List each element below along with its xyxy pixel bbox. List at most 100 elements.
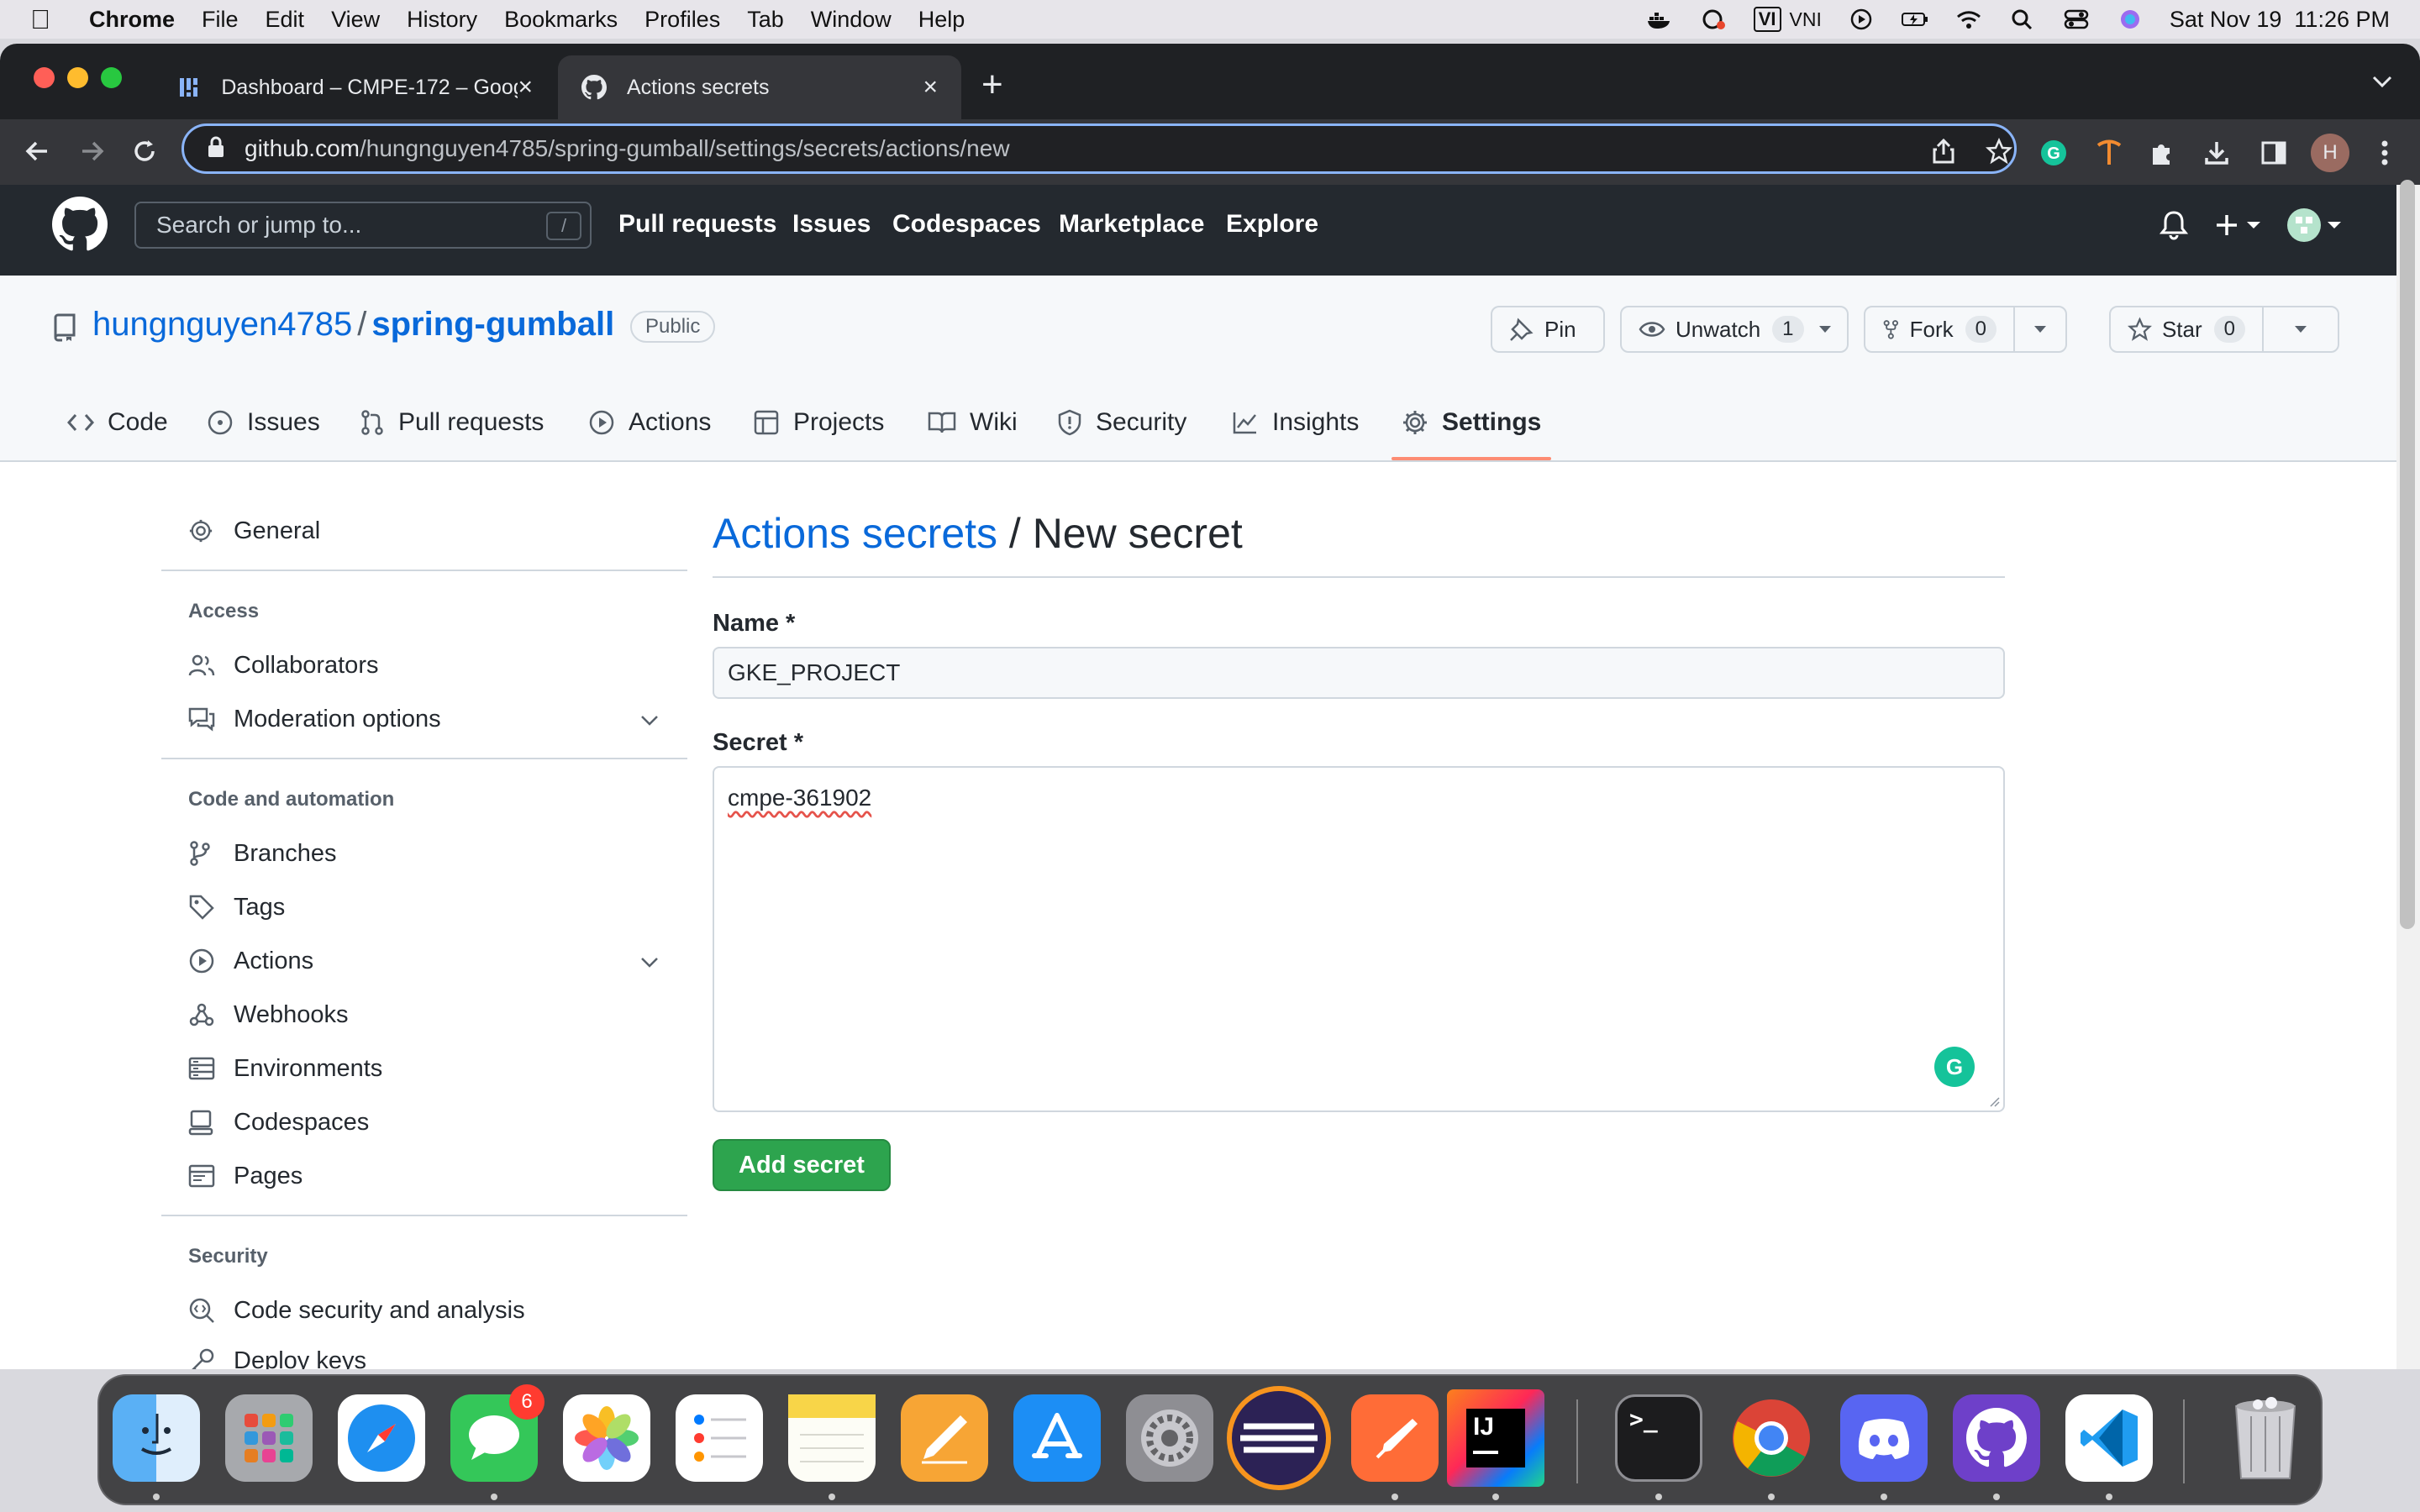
notifications-bell-icon[interactable] <box>2159 210 2189 244</box>
user-avatar-menu[interactable] <box>2286 207 2343 248</box>
bookmark-star-icon[interactable] <box>1984 136 2014 166</box>
grammarly-icon[interactable]: G <box>1934 1047 1975 1087</box>
tab-close-icon[interactable]: × <box>923 73 938 102</box>
tab-pull-requests[interactable]: Pull requests <box>360 393 544 452</box>
new-tab-icon[interactable]: + <box>981 64 1003 106</box>
dock-system-preferences[interactable] <box>1126 1394 1213 1482</box>
back-icon[interactable] <box>20 134 54 168</box>
profile-avatar[interactable]: H <box>2311 134 2349 172</box>
github-search-input[interactable]: Search or jump to... / <box>134 202 592 249</box>
chevron-down-icon[interactable] <box>640 706 659 733</box>
dock-launchpad[interactable] <box>225 1394 313 1482</box>
sidebar-item-deploy-keys[interactable]: Deploy keys <box>161 1339 687 1369</box>
dock-app-store[interactable] <box>1013 1394 1101 1482</box>
sidebar-item-collaborators[interactable]: Collaborators <box>161 640 687 690</box>
apple-menu-icon[interactable]:  <box>30 4 72 35</box>
url-text[interactable]: github.com/hungnguyen4785/spring-gumball… <box>245 135 1010 162</box>
dock-pages[interactable] <box>901 1394 988 1482</box>
dock-intellij-idea[interactable]: IJ <box>1447 1389 1544 1487</box>
sidebar-item-moderation-options[interactable]: Moderation options <box>161 694 687 744</box>
page-scrollbar-thumb[interactable] <box>2400 180 2415 929</box>
tab-issues[interactable]: Issues <box>207 393 320 452</box>
tab-actions[interactable]: Actions <box>588 393 711 452</box>
nav-explore[interactable]: Explore <box>1226 210 1318 239</box>
repo-name-link[interactable]: spring-gumball <box>371 306 614 343</box>
breadcrumb-actions-secrets[interactable]: Actions secrets <box>713 510 997 557</box>
sidebar-item-branches[interactable]: Branches <box>161 828 687 879</box>
nav-issues[interactable]: Issues <box>792 210 871 239</box>
tab-close-icon[interactable]: × <box>518 73 533 102</box>
tab-code[interactable]: Code <box>67 393 168 452</box>
create-new-plus-icon[interactable] <box>2215 210 2265 244</box>
dock-reminders[interactable] <box>676 1394 763 1482</box>
resize-handle-icon[interactable] <box>1988 1095 2000 1107</box>
sidebar-item-environments[interactable]: Environments <box>161 1043 687 1094</box>
chevron-down-icon[interactable] <box>640 948 659 975</box>
share-icon[interactable] <box>1928 136 1959 166</box>
dock-trash[interactable] <box>2222 1394 2309 1482</box>
dock-vscode[interactable] <box>2065 1394 2153 1482</box>
menu-tab[interactable]: Tab <box>747 7 784 33</box>
dock-eclipse[interactable] <box>1227 1386 1331 1490</box>
nav-pull-requests[interactable]: Pull requests <box>618 210 776 239</box>
sidebar-item-general[interactable]: General <box>161 506 687 556</box>
menu-view[interactable]: View <box>331 7 380 33</box>
tab-projects[interactable]: Projects <box>753 393 884 452</box>
secret-name-input[interactable] <box>713 647 2005 699</box>
tab-security[interactable]: Security <box>1057 393 1186 452</box>
play-circle-icon[interactable] <box>1847 8 1876 30</box>
menu-edit[interactable]: Edit <box>266 7 305 33</box>
window-zoom-button[interactable] <box>101 67 122 88</box>
dock-safari[interactable] <box>338 1394 425 1482</box>
tab-settings[interactable]: Settings <box>1402 393 1541 452</box>
input-method-badge[interactable]: VI <box>1753 7 1781 32</box>
sidebar-item-code-security[interactable]: Code security and analysis <box>161 1285 687 1336</box>
star-button[interactable]: Star 0 <box>2109 306 2264 353</box>
dock-notes[interactable] <box>788 1394 876 1482</box>
sidebar-item-tags[interactable]: Tags <box>161 882 687 932</box>
pin-button[interactable]: Pin <box>1491 306 1605 353</box>
dock-postman[interactable] <box>1351 1394 1439 1482</box>
download-icon[interactable] <box>2200 136 2233 170</box>
window-close-button[interactable] <box>34 67 55 88</box>
menu-app-name[interactable]: Chrome <box>89 7 175 33</box>
unwatch-button[interactable]: Unwatch 1 <box>1620 306 1849 353</box>
chrome-menu-icon[interactable] <box>2368 136 2402 170</box>
menu-file[interactable]: File <box>202 7 239 33</box>
github-logo-icon[interactable] <box>52 197 108 252</box>
creative-cloud-icon[interactable] <box>1700 8 1728 30</box>
sidebar-item-pages[interactable]: Pages <box>161 1151 687 1201</box>
docker-icon[interactable] <box>1646 8 1675 30</box>
tab-insights[interactable]: Insights <box>1232 393 1359 452</box>
secret-value-textarea[interactable]: cmpe-361902 <box>713 766 2005 1112</box>
menu-clock[interactable]: Sat Nov 19 11:26 PM <box>2170 7 2390 33</box>
menu-help[interactable]: Help <box>918 7 965 33</box>
repo-owner-link[interactable]: hungnguyen4785 <box>92 306 352 343</box>
dock-terminal[interactable]: >_ <box>1615 1394 1702 1482</box>
tab-dashboard[interactable]: Dashboard – CMPE-172 – Goog × <box>153 55 556 119</box>
spotlight-search-icon[interactable] <box>2008 8 2037 30</box>
dock-google-chrome[interactable] <box>1728 1394 1815 1482</box>
wifi-icon[interactable] <box>1954 8 1983 30</box>
tab-actions-secrets[interactable]: Actions secrets × <box>558 55 961 119</box>
menu-profiles[interactable]: Profiles <box>644 7 720 33</box>
dock-github-desktop[interactable] <box>1953 1394 2040 1482</box>
sidebar-item-webhooks[interactable]: Webhooks <box>161 990 687 1040</box>
menu-window[interactable]: Window <box>811 7 892 33</box>
nav-marketplace[interactable]: Marketplace <box>1059 210 1204 239</box>
sidebar-item-actions[interactable]: Actions <box>161 936 687 986</box>
lock-icon[interactable] <box>206 135 231 163</box>
grammarly-extension-icon[interactable]: G <box>2037 136 2070 170</box>
star-dropdown-button[interactable] <box>2262 306 2339 353</box>
dock-messages[interactable]: 6 <box>450 1384 544 1482</box>
side-panel-icon[interactable] <box>2257 136 2291 170</box>
tab-search-chevron-icon[interactable] <box>2371 69 2393 95</box>
menu-history[interactable]: History <box>407 7 477 33</box>
nav-codespaces[interactable]: Codespaces <box>892 210 1041 239</box>
menu-bookmarks[interactable]: Bookmarks <box>504 7 618 33</box>
pickaxe-extension-icon[interactable] <box>2092 136 2126 170</box>
extensions-puzzle-icon[interactable] <box>2144 136 2178 170</box>
dock-finder[interactable] <box>113 1394 200 1482</box>
fork-dropdown-button[interactable] <box>2013 306 2067 353</box>
siri-icon[interactable] <box>2116 8 2144 30</box>
